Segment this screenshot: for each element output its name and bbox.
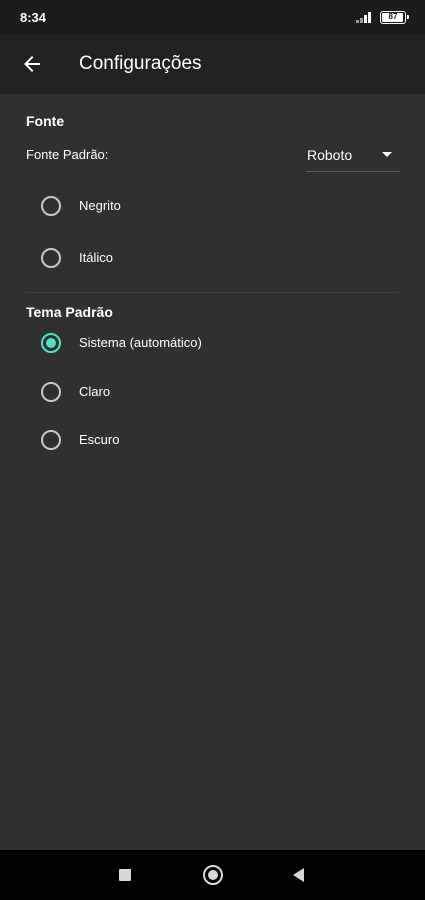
system-radio[interactable]: [41, 333, 61, 353]
signal-icon: [356, 12, 371, 23]
status-time: 8:34: [20, 10, 47, 25]
back-triangle-icon[interactable]: [293, 868, 304, 882]
light-radio[interactable]: [41, 382, 61, 402]
arrow-back-icon: [24, 56, 40, 72]
theme-section-header: Tema Padrão: [26, 304, 113, 320]
theme-option-dark[interactable]: Escuro: [28, 418, 398, 462]
bold-checkbox[interactable]: [41, 196, 61, 216]
light-label: Claro: [79, 384, 111, 399]
navigation-bar: [0, 850, 425, 900]
settings-screen: 8:34 87 Configurações Fonte Fonte Padrão…: [0, 0, 425, 900]
default-font-dropdown[interactable]: Roboto: [306, 138, 400, 172]
italic-label: Itálico: [79, 250, 113, 265]
theme-option-light[interactable]: Claro: [28, 370, 398, 414]
home-circle-icon[interactable]: [203, 865, 223, 885]
status-bar: 8:34 87: [0, 0, 425, 34]
italic-checkbox-row[interactable]: Itálico: [28, 236, 398, 280]
system-label: Sistema (automático): [79, 335, 202, 350]
default-font-label: Fonte Padrão:: [26, 147, 109, 162]
dark-radio[interactable]: [41, 430, 61, 450]
italic-checkbox[interactable]: [41, 248, 61, 268]
bold-checkbox-row[interactable]: Negrito: [28, 184, 398, 228]
theme-option-system[interactable]: Sistema (automático): [28, 321, 398, 365]
default-font-value: Roboto: [307, 147, 353, 163]
battery-icon: 87: [380, 11, 409, 24]
app-bar: Configurações: [0, 34, 425, 94]
back-button[interactable]: [12, 44, 52, 84]
page-title: Configurações: [79, 53, 202, 74]
battery-level: 87: [388, 12, 398, 21]
dark-label: Escuro: [79, 432, 120, 447]
dropdown-caret-icon: [382, 152, 392, 157]
bold-label: Negrito: [79, 198, 121, 213]
recents-square-icon[interactable]: [119, 869, 131, 881]
section-divider: [26, 292, 398, 293]
font-section-header: Fonte: [26, 113, 65, 129]
